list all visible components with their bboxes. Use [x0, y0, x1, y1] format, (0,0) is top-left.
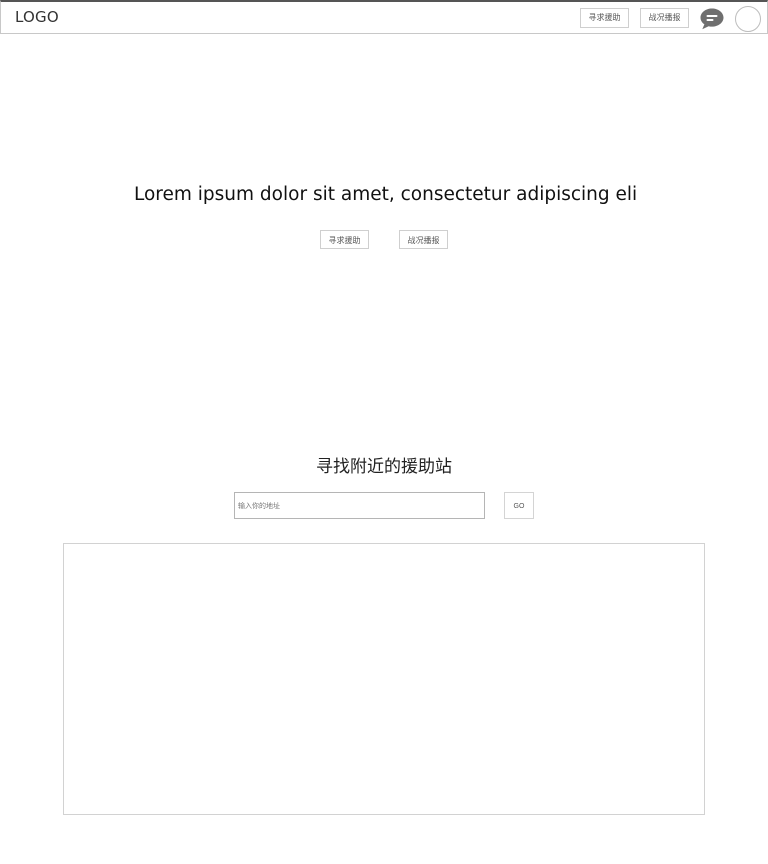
chat-bubble-icon[interactable]	[699, 7, 725, 31]
hero-report-button[interactable]: 战况播报	[399, 230, 448, 249]
logo[interactable]: LOGO	[15, 8, 59, 26]
nav-help-button[interactable]: 寻求援助	[580, 8, 629, 28]
top-navbar: LOGO 寻求援助 战况播报	[0, 0, 768, 34]
finder-title: 寻找附近的援助站	[316, 457, 452, 477]
page: LOGO 寻求援助 战况播报 Lorem ipsum dolor sit ame…	[0, 0, 768, 864]
hero-title: Lorem ipsum dolor sit amet, consectetur …	[134, 184, 636, 205]
address-input[interactable]	[234, 492, 485, 519]
nav-report-button[interactable]: 战况播报	[640, 8, 689, 28]
map-area[interactable]	[63, 543, 705, 815]
hero-help-button[interactable]: 寻求援助	[320, 230, 369, 249]
go-button[interactable]: GO	[504, 492, 534, 519]
user-avatar[interactable]	[735, 6, 761, 32]
